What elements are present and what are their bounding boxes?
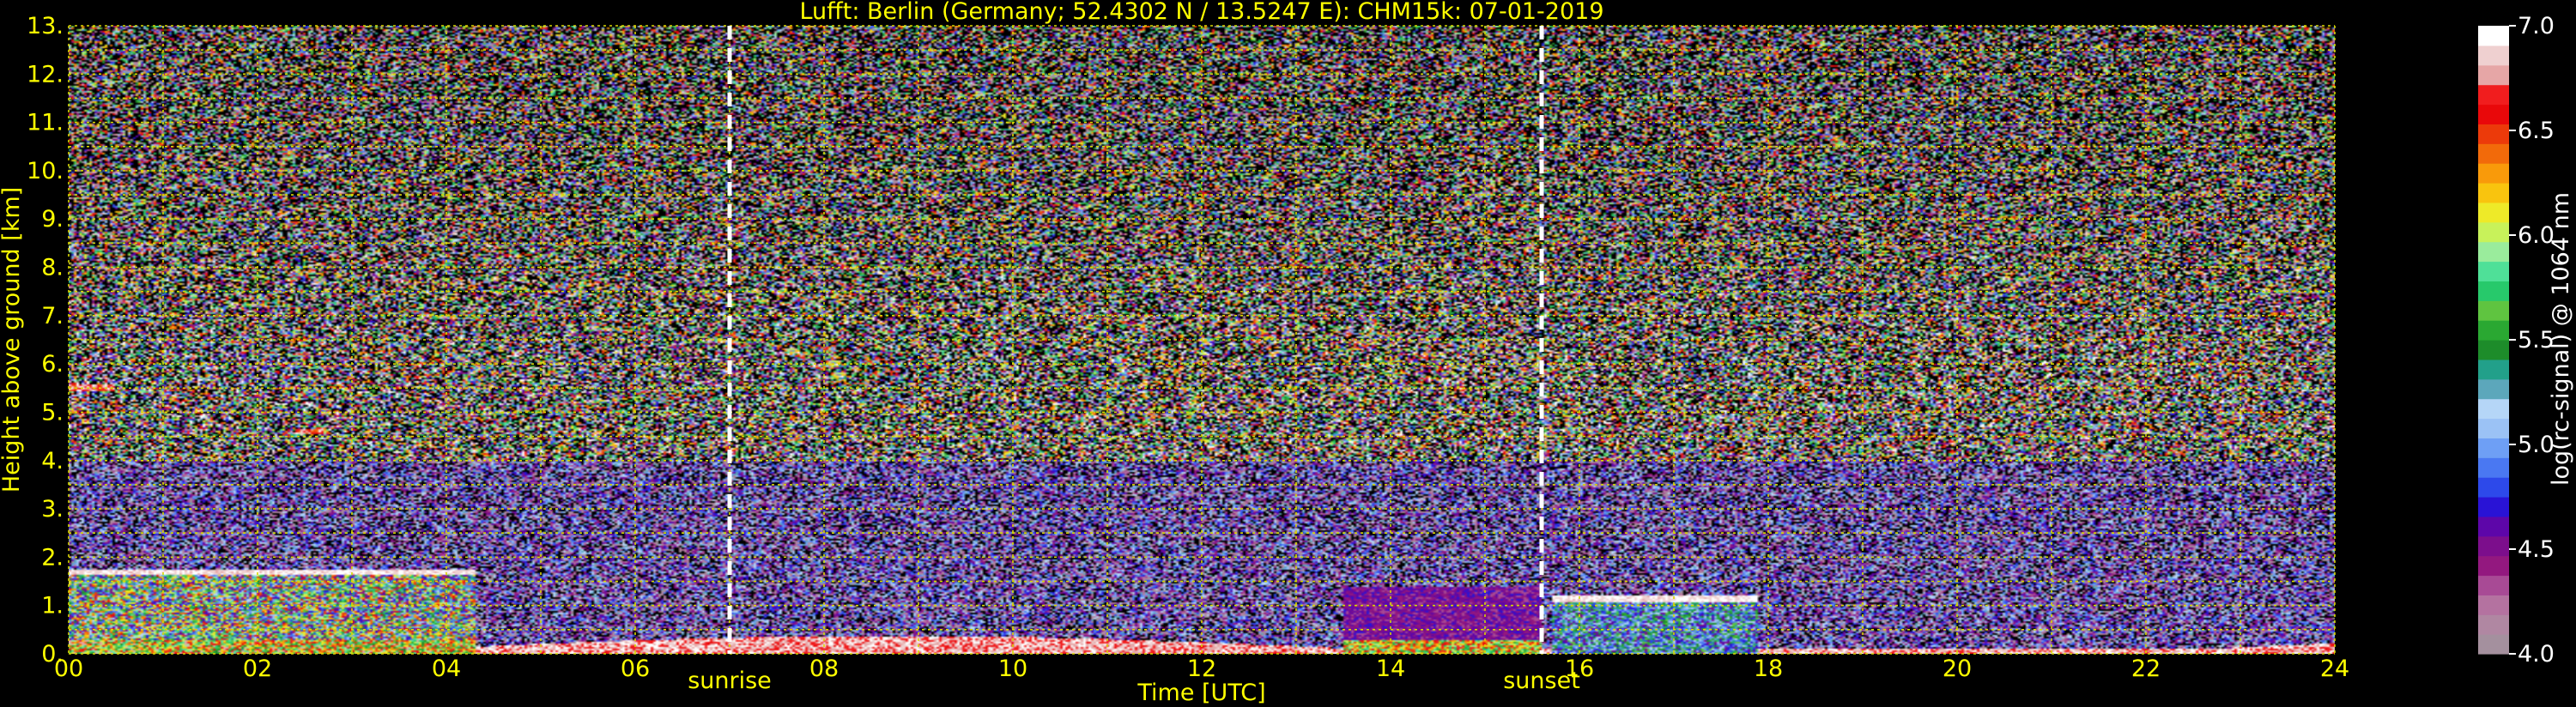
colorbar-swatch	[2478, 124, 2509, 144]
colorbar-swatch	[2478, 418, 2509, 438]
colorbar-swatch	[2478, 378, 2509, 400]
ceilometer-chart: Lufft: Berlin (Germany; 52.4302 N / 13.5…	[0, 0, 2574, 706]
colorbar-swatch	[2478, 221, 2509, 243]
colorbar-swatch	[2478, 575, 2509, 595]
colorbar-swatch	[2478, 163, 2509, 184]
y-tick-label: 3.	[41, 496, 64, 523]
colorbar-swatch	[2478, 398, 2509, 420]
x-tick-label: 12	[1187, 656, 1216, 682]
colorbar-swatch	[2478, 202, 2509, 223]
y-tick-label: 8.	[41, 255, 64, 281]
y-tick-label: 13.	[27, 13, 64, 39]
y-tick-label: 7.	[41, 303, 64, 329]
y-tick-label: 1.	[41, 593, 64, 619]
x-tick-label: 18	[1754, 656, 1783, 682]
colorbar-swatch	[2478, 340, 2509, 360]
y-axis-ticks: 0. 1. 2. 3. 4. 5. 6. 7. 8. 9. 10. 11. 12. 13.	[27, 13, 64, 668]
colorbar-swatch	[2478, 261, 2509, 281]
colorbar-swatch	[2478, 438, 2509, 458]
x-tick-label: 08	[809, 656, 839, 682]
y-tick-label: 2.	[41, 544, 64, 571]
x-tick-label: 10	[998, 656, 1027, 682]
y-tick-label: 0.	[41, 641, 64, 668]
colorbar-swatch	[2478, 241, 2509, 263]
y-tick-label: 6.	[41, 351, 64, 378]
colorbar-tick-label: 4.5	[2518, 536, 2555, 563]
colorbar-swatch	[2478, 614, 2509, 635]
colorbar-label: log(rc-signal) @ 1064 nm	[2548, 192, 2574, 486]
colorbar-swatch	[2478, 535, 2509, 557]
colorbar-swatch	[2478, 359, 2509, 380]
colorbar-swatch	[2478, 477, 2509, 498]
colorbar-swatch	[2478, 143, 2509, 164]
x-axis-label: Time [UTC]	[1136, 680, 1265, 706]
colorbar-swatch	[2478, 84, 2509, 106]
x-tick-label: 22	[2131, 656, 2161, 682]
colorbar-swatch	[2478, 26, 2509, 46]
y-tick-label: 12.	[27, 61, 64, 88]
colorbar-swatch	[2478, 634, 2509, 655]
y-tick-label: 11.	[27, 110, 64, 136]
colorbar-swatch	[2478, 183, 2509, 203]
colorbar-tick-label: 4.0	[2518, 641, 2555, 668]
colorbar-swatch	[2478, 300, 2509, 321]
y-tick-label: 10.	[27, 158, 64, 184]
x-tick-label: 02	[243, 656, 272, 682]
colorbar-swatch	[2478, 104, 2509, 124]
y-tick-label: 9.	[41, 206, 64, 233]
colorbar-swatch	[2478, 555, 2509, 577]
colorbar-swatch	[2478, 64, 2509, 86]
colorbar-swatch	[2478, 45, 2509, 66]
x-tick-label: 06	[621, 656, 650, 682]
chart-title: Lufft: Berlin (Germany; 52.4302 N / 13.5…	[799, 0, 1603, 25]
sun-label: sunrise	[688, 668, 772, 694]
colorbar-swatch	[2478, 457, 2509, 478]
x-tick-label: 20	[1943, 656, 1972, 682]
y-tick-label: 5.	[41, 399, 64, 426]
colorbar-tick-label: 6.5	[2518, 118, 2555, 144]
x-tick-label: 14	[1376, 656, 1405, 682]
sun-label: sunset	[1503, 668, 1580, 694]
colorbar	[2478, 26, 2509, 655]
colorbar-swatch	[2478, 516, 2509, 537]
x-axis-ticks: 00 02 04 06 08 10 12 14 16 18 20 22 24	[54, 656, 2349, 682]
colorbar-swatch	[2478, 497, 2509, 517]
colorbar-swatch	[2478, 320, 2509, 341]
colorbar-swatch	[2478, 595, 2509, 615]
colorbar-tick-label: 7.0	[2518, 13, 2555, 39]
x-tick-label: 24	[2320, 656, 2349, 682]
x-tick-label: 04	[432, 656, 461, 682]
colorbar-swatch	[2478, 281, 2509, 301]
y-tick-label: 4.	[41, 448, 64, 474]
y-axis-label: Height above ground [km]	[0, 187, 25, 492]
